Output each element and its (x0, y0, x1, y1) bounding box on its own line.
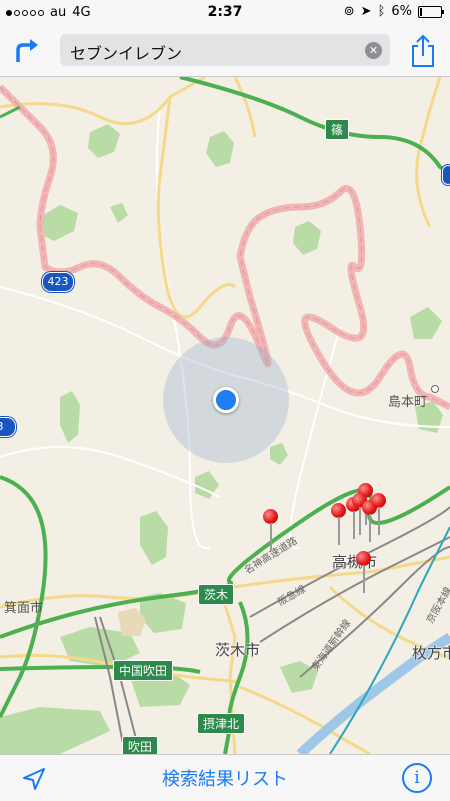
badge-chugoku-suita: 中国吹田 (113, 660, 174, 681)
results-list-button[interactable]: 検索結果リスト (0, 765, 450, 791)
search-result-pin[interactable] (356, 551, 372, 595)
minor-roads (0, 106, 450, 550)
share-button[interactable] (410, 34, 436, 68)
orientation-lock-icon: ⊚ (343, 4, 355, 19)
highway-stub (0, 105, 21, 119)
badge-sasa: 篠 (325, 119, 350, 140)
route-shield-423: 423 (42, 272, 74, 292)
search-result-pin[interactable] (331, 503, 347, 547)
badge-ibaraki-ic: 茨木 (198, 584, 235, 605)
search-result-pin[interactable] (371, 493, 387, 537)
directions-button[interactable] (12, 36, 42, 66)
route-shield-left: 3 (0, 417, 16, 437)
search-query[interactable]: セブンイレブン (70, 40, 182, 64)
location-services-icon: ➤ (360, 4, 372, 19)
label-ibaraki: 茨木市 (215, 641, 261, 659)
bottom-toolbar: 検索結果リスト i (0, 754, 450, 801)
label-minoh: 箕面市 (4, 601, 44, 616)
share-icon (412, 34, 434, 67)
town-hall-marker (431, 385, 439, 393)
map-view[interactable]: 篠 茨木 中国吹田 摂津北 吹田 423 3 島本町 高槻市 茨木市 箕面市 枚… (0, 77, 450, 754)
badge-suita: 吹田 (122, 736, 159, 754)
badge-edge (442, 165, 450, 185)
battery-percent: 6% (391, 4, 412, 19)
search-result-pin[interactable] (263, 509, 279, 553)
bluetooth-icon: ᛒ (377, 4, 386, 19)
status-bar: au 4G 2:37 ⊚ ➤ ᛒ 6% (0, 0, 450, 26)
turn-arrow-icon (16, 39, 38, 62)
user-location-icon[interactable] (213, 387, 239, 413)
clear-icon[interactable]: ✕ (365, 42, 382, 59)
badge-settsu-kita: 摂津北 (197, 713, 246, 734)
label-shimamoto: 島本町 (388, 395, 428, 410)
label-hirakata: 枚方市 (412, 644, 450, 662)
status-right: ⊚ ➤ ᛒ 6% (343, 4, 444, 19)
battery-icon (418, 5, 444, 18)
search-field[interactable]: セブンイレブン ✕ (60, 34, 390, 66)
info-button[interactable]: i (402, 763, 432, 793)
top-toolbar: セブンイレブン ✕ (0, 26, 450, 77)
